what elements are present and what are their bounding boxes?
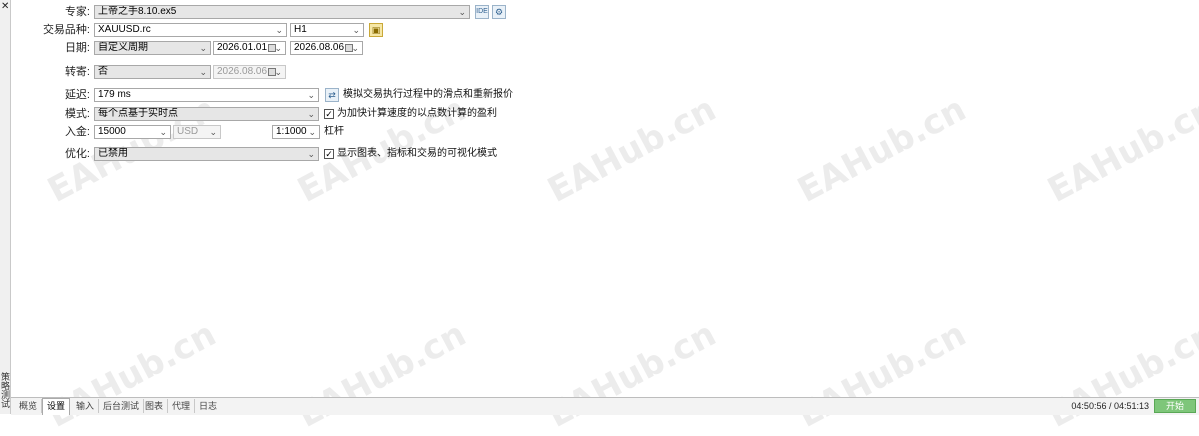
settings-button[interactable]: ⚙ xyxy=(492,5,506,19)
chevron-down-icon: ⌄ xyxy=(159,127,167,137)
date-from-value: 2026.01.01 xyxy=(217,42,268,53)
forward-date-value: 2026.08.06 xyxy=(217,66,268,77)
bottom-tab-bar: 概览 设置 输入 后台测试 图表 代理 日志 04:50:56 / 04:51:… xyxy=(11,397,1199,415)
chevron-down-icon: ⌄ xyxy=(352,25,360,35)
chevron-down-icon: ⌄ xyxy=(274,43,282,53)
date-from-picker[interactable]: 2026.01.01 ⌄ xyxy=(213,41,286,55)
date-to-picker[interactable]: 2026.08.06 ⌄ xyxy=(290,41,363,55)
chevron-down-icon: ⌄ xyxy=(274,67,282,77)
watermark: EAHub.cn xyxy=(1041,89,1199,211)
chevron-down-icon: ⌄ xyxy=(307,149,315,159)
symbol-properties-icon: ▣ xyxy=(371,25,381,35)
model-value: 每个点基于实时点 xyxy=(98,108,178,119)
start-button[interactable]: 开始 xyxy=(1154,399,1196,413)
tab-graph[interactable]: 图表 xyxy=(141,399,169,413)
forward-date-picker: 2026.08.06 ⌄ xyxy=(213,65,286,79)
timeframe-select[interactable]: H1 ⌄ xyxy=(290,23,364,37)
watermark: EAHub.cn xyxy=(291,314,473,436)
deposit-select[interactable]: 15000 ⌄ xyxy=(94,125,171,139)
delay-select[interactable]: 179 ms ⌄ xyxy=(94,88,319,102)
watermark: EAHub.cn xyxy=(41,314,223,436)
gear-icon: ⚙ xyxy=(494,7,504,17)
tab-overview[interactable]: 概览 xyxy=(15,399,43,413)
leverage-label: 杠杆 xyxy=(324,126,344,137)
ide-button[interactable]: IDE xyxy=(475,5,489,19)
delay-label: 延迟: xyxy=(64,89,90,101)
currency-value: USD xyxy=(177,126,199,137)
side-panel-strip: ✕ 策略测试 xyxy=(0,0,11,414)
watermark: EAHub.cn xyxy=(541,314,723,436)
close-icon[interactable]: ✕ xyxy=(1,2,9,12)
expert-value: 上帝之手8.10.ex5 xyxy=(98,6,177,17)
date-to-value: 2026.08.06 xyxy=(294,42,345,53)
delay-value: 179 ms xyxy=(98,89,131,100)
model-select[interactable]: 每个点基于实时点 ⌄ xyxy=(94,107,319,121)
chevron-down-icon: ⌄ xyxy=(209,127,217,137)
symbol-label: 交易品种: xyxy=(42,24,90,36)
model-label: 模式: xyxy=(64,108,90,120)
date-range-select[interactable]: 自定义周期 ⌄ xyxy=(94,41,211,55)
currency-select: USD ⌄ xyxy=(173,125,221,139)
chevron-down-icon: ⌄ xyxy=(308,127,316,137)
profit-pips-checkbox[interactable]: ✓ xyxy=(324,109,334,119)
watermark: EAHub.cn xyxy=(541,89,723,211)
tab-backtest[interactable]: 后台测试 xyxy=(99,399,145,413)
chevron-down-icon: ⌄ xyxy=(458,7,466,17)
symbol-spec-button[interactable]: ▣ xyxy=(369,23,383,37)
ide-label: IDE xyxy=(476,8,488,15)
expert-select[interactable]: 上帝之手8.10.ex5 ⌄ xyxy=(94,5,470,19)
date-label: 日期: xyxy=(64,42,90,54)
chevron-down-icon: ⌄ xyxy=(199,43,207,53)
deposit-label: 入金: xyxy=(64,126,90,138)
watermark: EAHub.cn xyxy=(1041,314,1199,436)
tab-inputs[interactable]: 输入 xyxy=(72,399,100,413)
tab-journal[interactable]: 日志 xyxy=(195,399,221,413)
optimization-value: 已禁用 xyxy=(98,148,128,159)
visual-mode-label: 显示图表、指标和交易的可视化模式 xyxy=(337,148,497,159)
swap-arrows-icon: ⇄ xyxy=(328,90,336,100)
optimization-select[interactable]: 已禁用 ⌄ xyxy=(94,147,319,161)
delay-settings-button[interactable]: ⇄ xyxy=(325,88,339,102)
chevron-down-icon: ⌄ xyxy=(199,67,207,77)
tab-agents[interactable]: 代理 xyxy=(168,399,196,413)
elapsed-timer: 04:50:56 / 04:51:13 xyxy=(1071,401,1149,411)
leverage-value: 1:1000 xyxy=(276,126,307,137)
tab-settings[interactable]: 设置 xyxy=(42,398,71,415)
forward-select[interactable]: 否 ⌄ xyxy=(94,65,211,79)
deposit-value: 15000 xyxy=(98,126,126,137)
expert-label: 专家: xyxy=(64,6,90,18)
date-range-value: 自定义周期 xyxy=(98,42,148,53)
optimization-label: 优化: xyxy=(64,148,90,160)
watermark: EAHub.cn xyxy=(791,89,973,211)
leverage-select[interactable]: 1:1000 ⌄ xyxy=(272,125,320,139)
symbol-value: XAUUSD.rc xyxy=(98,24,151,35)
panel-title: 策略测试 xyxy=(0,372,10,408)
chevron-down-icon: ⌄ xyxy=(351,43,359,53)
watermark: EAHub.cn xyxy=(791,314,973,436)
chevron-down-icon: ⌄ xyxy=(307,90,315,100)
profit-pips-label: 为加快计算速度的以点数计算的盈利 xyxy=(337,108,497,119)
forward-value: 否 xyxy=(98,66,108,77)
chevron-down-icon: ⌄ xyxy=(275,25,283,35)
timeframe-value: H1 xyxy=(294,24,307,35)
visual-mode-checkbox[interactable]: ✓ xyxy=(324,149,334,159)
forward-label: 转寄: xyxy=(64,66,90,78)
symbol-select[interactable]: XAUUSD.rc ⌄ xyxy=(94,23,287,37)
random-delay-text: 模拟交易执行过程中的滑点和重新报价 xyxy=(343,89,513,100)
chevron-down-icon: ⌄ xyxy=(307,109,315,119)
